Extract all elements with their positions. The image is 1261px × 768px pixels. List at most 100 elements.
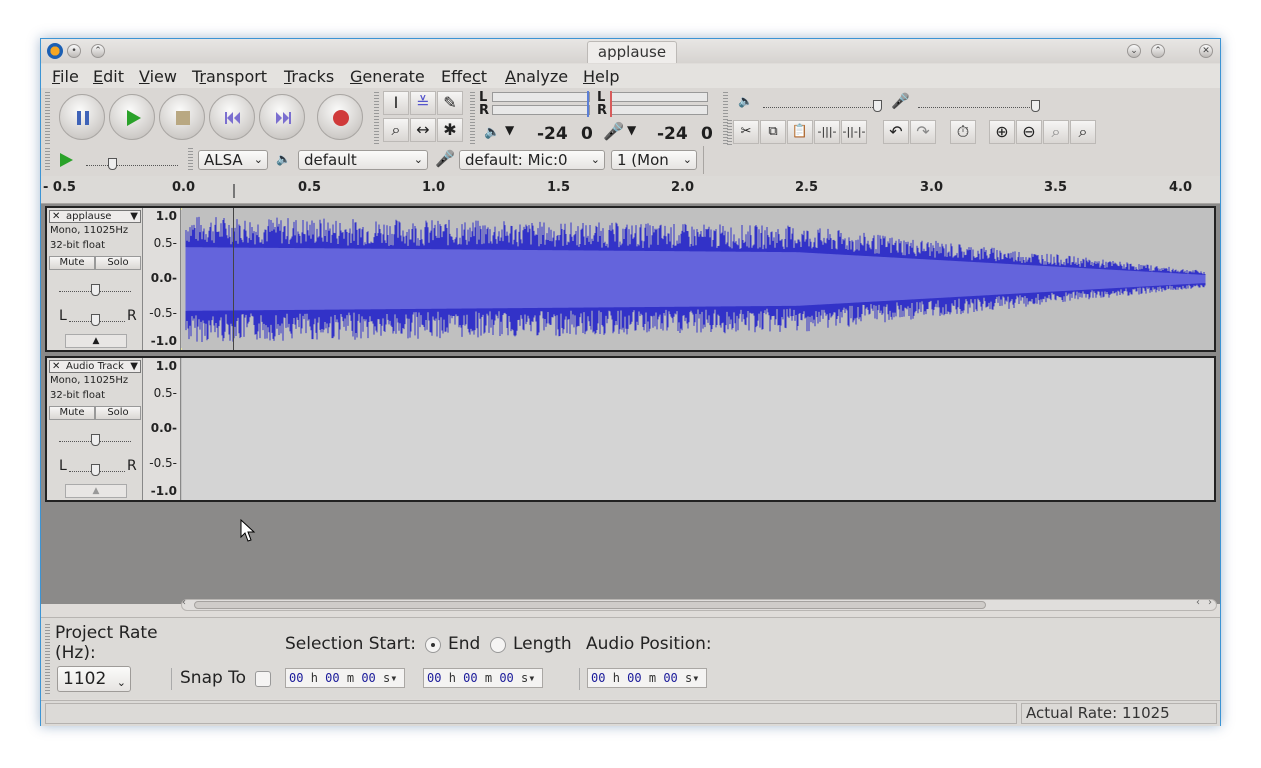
slider-thumb[interactable] [108,158,117,170]
meter-grip[interactable] [470,92,475,146]
recording-device-select[interactable]: default: Mic:0 ⌄ [459,150,605,170]
zoom-out-button[interactable]: ⊖ [1016,120,1042,144]
edit-grip[interactable] [727,120,732,146]
device-grip[interactable] [188,148,193,172]
solo-button[interactable]: Solo [95,256,141,270]
timeshift-tool-button[interactable]: ↔ [410,118,436,142]
close-icon[interactable]: ✕ [1199,44,1213,58]
menu-help[interactable]: Help [583,67,619,86]
track-menu-dropdown-icon[interactable]: ▼ [130,361,138,372]
pan-slider[interactable] [69,314,125,326]
record-meter-dropdown-icon[interactable]: ▼ [627,123,636,137]
tools-grip[interactable] [374,92,379,146]
pause-button[interactable] [59,94,105,140]
menu-view[interactable]: View [139,67,177,86]
slider-thumb[interactable] [91,464,100,476]
gain-slider[interactable] [59,284,131,296]
track-close-icon[interactable]: ✕ [52,211,60,222]
play-button[interactable] [109,94,155,140]
gain-slider[interactable] [59,434,131,446]
silence-button[interactable]: -||-|- [841,120,867,144]
play-head-marker[interactable] [233,184,240,198]
zoom-in-button[interactable]: ⊕ [989,120,1015,144]
scroll-left-icon[interactable]: ‹ [182,597,186,608]
stop-button[interactable] [159,94,205,140]
length-radio[interactable] [490,637,506,653]
toolbar-grip[interactable] [45,92,50,146]
slider-thumb[interactable] [1031,100,1040,112]
slider-thumb[interactable] [91,434,100,446]
output-volume-slider[interactable] [763,98,882,112]
undo-button[interactable]: ↶ [883,120,909,144]
paste-button[interactable]: 📋 [787,120,813,144]
record-meter[interactable]: L R [597,90,709,118]
menu-analyze[interactable]: Analyze [505,67,568,86]
snap-to-checkbox[interactable] [255,671,271,687]
track-name-menu[interactable]: ✕ applause ▼ [49,210,141,223]
draw-tool-button[interactable]: ✎ [437,91,463,115]
horizontal-scrollbar[interactable]: ‹ ‹ › [181,597,1217,611]
fit-selection-button[interactable]: ⌕ [1043,120,1069,144]
waveform-display[interactable] [182,358,1214,500]
selection-grip[interactable] [45,624,50,694]
window-menu-icon[interactable]: • [67,44,81,58]
scroll-right-icon[interactable]: › [1208,597,1212,608]
selection-tool-button[interactable]: I [383,91,409,115]
track-audio-track[interactable]: ✕ Audio Track ▼ Mono, 11025Hz 32-bit flo… [45,356,1216,502]
end-radio[interactable] [425,637,441,653]
multi-tool-button[interactable]: ✱ [437,118,463,142]
zoom-tool-button[interactable]: ⌕ [383,118,409,142]
menu-tracks[interactable]: Tracks [284,67,334,86]
track-menu-dropdown-icon[interactable]: ▼ [130,211,138,222]
skip-start-button[interactable] [209,94,255,140]
mute-button[interactable]: Mute [49,406,95,420]
minimize-icon[interactable]: ⌄ [1127,44,1141,58]
skip-end-button[interactable] [259,94,305,140]
menu-generate[interactable]: Generate [350,67,425,86]
project-rate-select[interactable]: 1102 ⌄ [57,666,131,692]
menu-transport[interactable]: Transport [192,67,267,86]
time-format-dropdown-icon[interactable]: ▾ [692,671,699,685]
audio-position-time[interactable]: 00 h 00 m 00 s▾ [587,668,707,688]
copy-button[interactable]: ⧉ [760,120,786,144]
time-format-dropdown-icon[interactable]: ▾ [528,671,535,685]
pan-slider[interactable] [69,464,125,476]
waveform-display[interactable] [182,208,1214,350]
recording-channels-select[interactable]: 1 (Mon ⌄ [611,150,697,170]
collapse-track-button[interactable]: ▲ [65,484,127,498]
slider-thumb[interactable] [91,314,100,326]
collapse-track-button[interactable]: ▲ [65,334,127,348]
mute-button[interactable]: Mute [49,256,95,270]
play-speed-slider[interactable] [86,158,178,170]
maximize-icon[interactable]: ⌃ [1151,44,1165,58]
time-format-dropdown-icon[interactable]: ▾ [390,671,397,685]
fit-project-button[interactable]: ⌕ [1070,120,1096,144]
selection-start-time[interactable]: 00 h 00 m 00 s▾ [285,668,405,688]
envelope-tool-button[interactable]: ≚ [410,91,436,115]
playback-meter-dropdown-icon[interactable]: ▼ [505,123,514,137]
play-at-speed-icon[interactable] [58,152,74,168]
trim-button[interactable]: -|||- [814,120,840,144]
sync-lock-button[interactable]: ⏱ [950,120,976,144]
slider-thumb[interactable] [873,100,882,112]
menu-file[interactable]: File [52,67,79,86]
scroll-left-small-icon[interactable]: ‹ [1196,597,1200,608]
scrollbar-thumb[interactable] [194,601,986,609]
playback-device-select[interactable]: default ⌄ [298,150,428,170]
redo-button[interactable]: ↷ [910,120,936,144]
audio-host-select[interactable]: ALSA ⌄ [198,150,268,170]
menu-effect[interactable]: Effect [441,67,487,86]
track-close-icon[interactable]: ✕ [52,361,60,372]
cut-button[interactable]: ✂ [733,120,759,144]
record-button[interactable] [317,94,363,140]
menu-edit[interactable]: Edit [93,67,124,86]
track-applause[interactable]: ✕ applause ▼ Mono, 11025Hz 32-bit float … [45,206,1216,352]
vertical-scale[interactable]: 1.0 0.5- 0.0- -0.5- -1.0 [143,208,181,350]
vertical-scale[interactable]: 1.0 0.5- 0.0- -0.5- -1.0 [143,358,181,500]
track-name-menu[interactable]: ✕ Audio Track ▼ [49,360,141,373]
speed-grip[interactable] [45,148,50,172]
timeline-ruler[interactable]: - 0.5 0.0 0.5 1.0 1.5 2.0 2.5 3.0 3.5 4.… [41,176,1220,204]
playback-meter[interactable]: L R [479,90,591,118]
solo-button[interactable]: Solo [95,406,141,420]
keep-above-icon[interactable]: ⌃ [91,44,105,58]
